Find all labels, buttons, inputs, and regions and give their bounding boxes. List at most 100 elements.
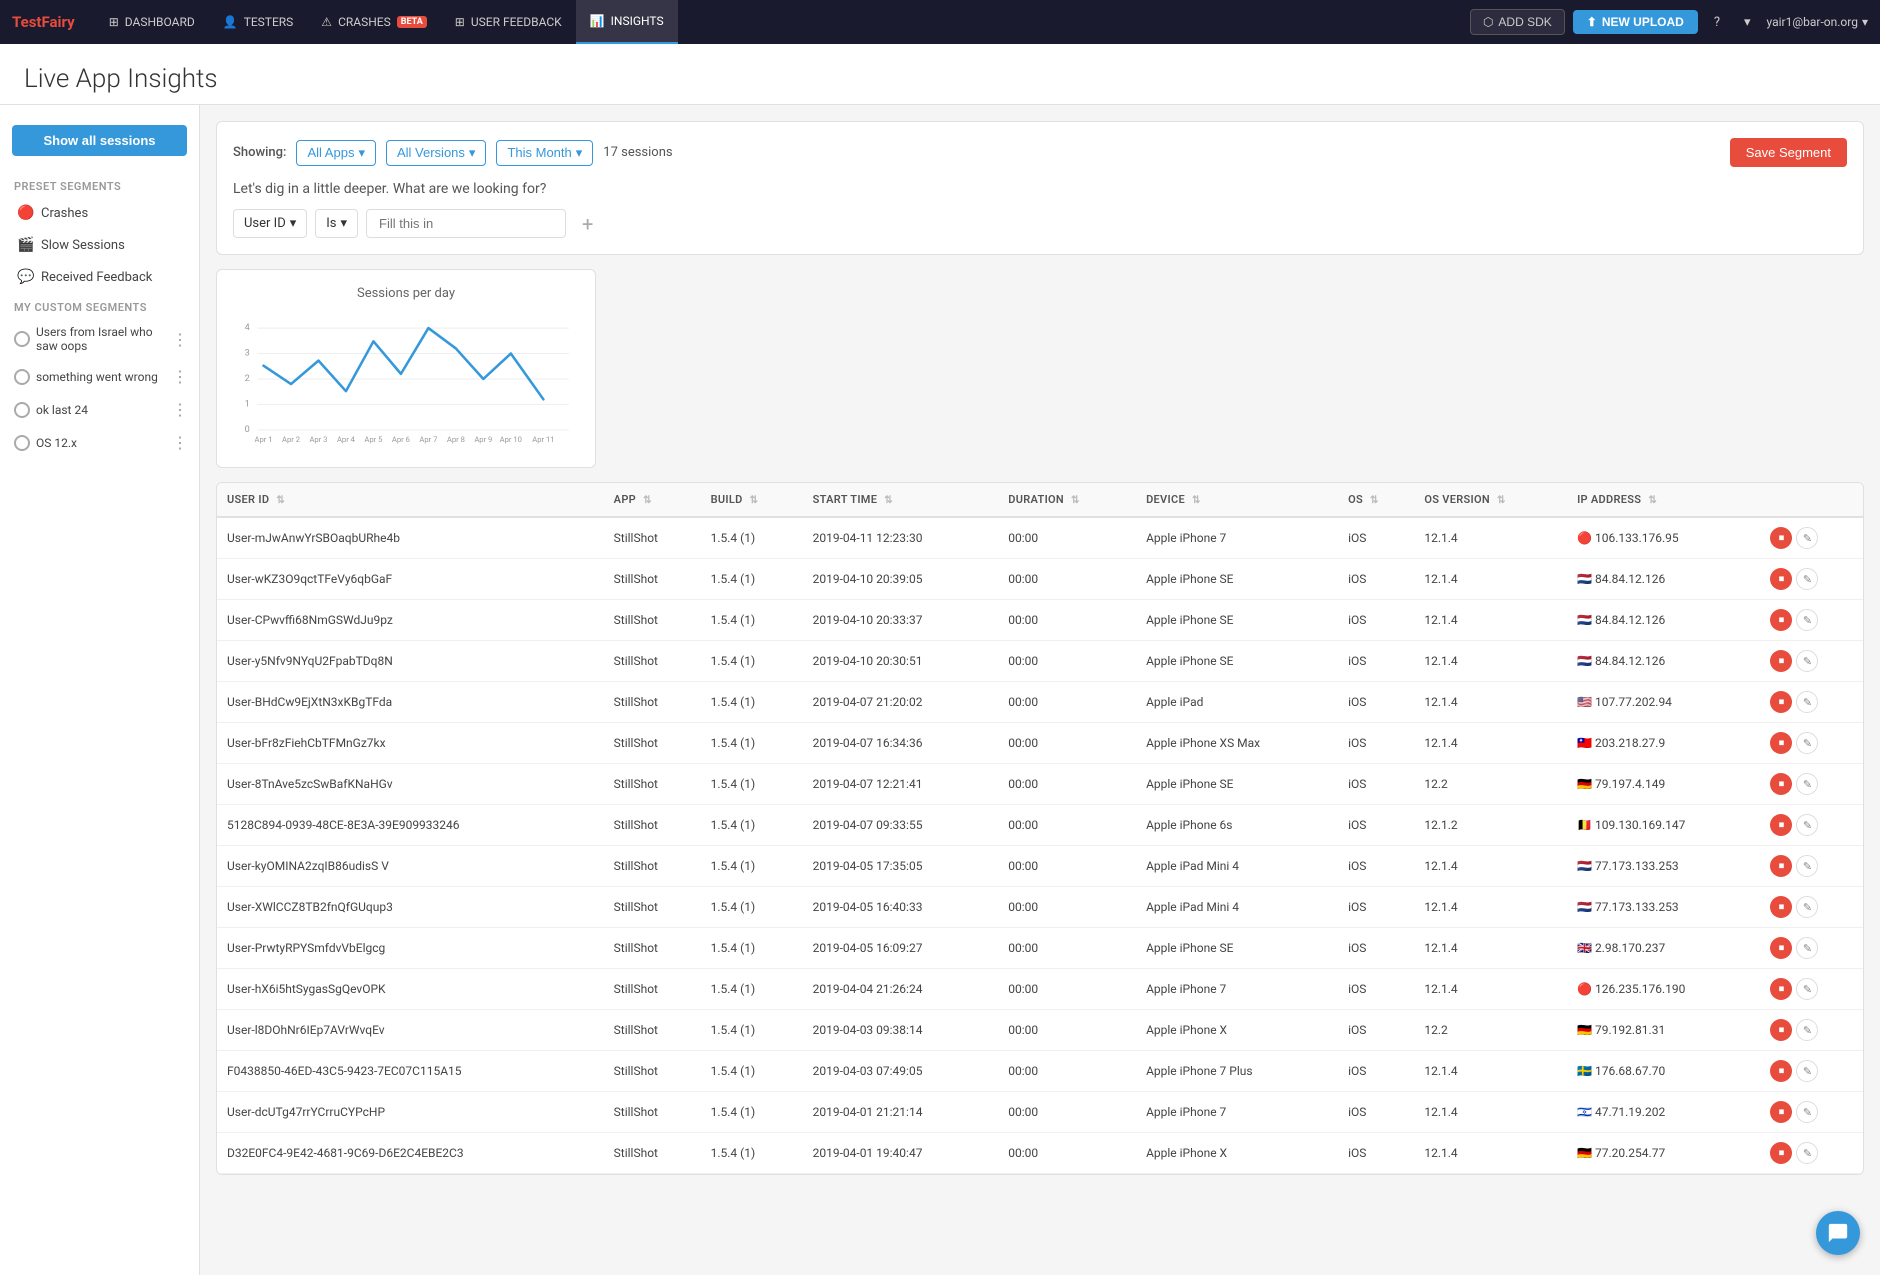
col-ip-address[interactable]: IP ADDRESS ⇅ (1567, 483, 1760, 517)
stop-session-button[interactable]: ⏹ (1770, 527, 1792, 549)
help-button[interactable]: ? (1706, 15, 1728, 30)
custom-segment-israel-oops[interactable]: Users from Israel who saw oops ⋮ (0, 318, 199, 360)
cell-row-actions: ⏹ ✎ (1760, 928, 1863, 969)
flag-icon: 🔴 (1577, 982, 1592, 996)
stop-session-button[interactable]: ⏹ (1770, 1142, 1792, 1164)
new-upload-button[interactable]: ⬆ NEW UPLOAD (1573, 10, 1698, 34)
cell-user-id[interactable]: User-l8DOhNr6IEp7AVrWvqEv (217, 1010, 604, 1051)
col-build[interactable]: BUILD ⇅ (701, 483, 803, 517)
nav-testers[interactable]: 👤 TESTERS (209, 0, 308, 44)
col-start-time[interactable]: START TIME ⇅ (803, 483, 999, 517)
cell-start-time: 2019-04-07 21:20:02 (803, 682, 999, 723)
edit-session-button[interactable]: ✎ (1796, 1060, 1818, 1082)
edit-session-button[interactable]: ✎ (1796, 896, 1818, 918)
custom-segment-something-wrong[interactable]: something went wrong ⋮ (0, 360, 199, 393)
edit-session-button[interactable]: ✎ (1796, 978, 1818, 1000)
svg-text:2: 2 (245, 374, 250, 384)
col-user-id[interactable]: USER ID ⇅ (217, 483, 604, 517)
edit-session-button[interactable]: ✎ (1796, 814, 1818, 836)
stop-session-button[interactable]: ⏹ (1770, 978, 1792, 1000)
cell-user-id[interactable]: User-PrwtyRPYSmfdvVbElgcg (217, 928, 604, 969)
user-id-filter[interactable]: User ID ▾ (233, 209, 307, 238)
chat-bubble-button[interactable] (1816, 1211, 1860, 1255)
stop-session-button[interactable]: ⏹ (1770, 1019, 1792, 1041)
cell-user-id[interactable]: User-CPwvffi68NmGSWdJu9pz (217, 600, 604, 641)
cell-duration: 00:00 (998, 682, 1136, 723)
edit-session-button[interactable]: ✎ (1796, 609, 1818, 631)
edit-session-button[interactable]: ✎ (1796, 937, 1818, 959)
stop-session-button[interactable]: ⏹ (1770, 691, 1792, 713)
stop-session-button[interactable]: ⏹ (1770, 814, 1792, 836)
cell-user-id[interactable]: D32E0FC4-9E42-4681-9C69-D6E2C4EBE2C3 (217, 1133, 604, 1174)
is-filter[interactable]: Is ▾ (315, 209, 358, 238)
app-filter-dropdown[interactable]: All Apps ▾ (296, 140, 376, 166)
custom-segment-os-12x[interactable]: OS 12.x ⋮ (0, 426, 199, 459)
col-os[interactable]: OS ⇅ (1338, 483, 1414, 517)
cell-user-id[interactable]: 5128C894-0939-48CE-8E3A-39E909933246 (217, 805, 604, 846)
stop-session-button[interactable]: ⏹ (1770, 568, 1792, 590)
cell-duration: 00:00 (998, 517, 1136, 559)
edit-session-button[interactable]: ✎ (1796, 1142, 1818, 1164)
stop-session-button[interactable]: ⏹ (1770, 1060, 1792, 1082)
col-duration[interactable]: DURATION ⇅ (998, 483, 1136, 517)
add-filter-icon[interactable]: + (582, 212, 593, 236)
help-chevron[interactable]: ▾ (1736, 15, 1759, 30)
nav-insights[interactable]: 📊 INSIGHTS (576, 0, 678, 44)
cell-user-id[interactable]: User-XWlCCZ8TB2fnQfGUqup3 (217, 887, 604, 928)
stop-session-button[interactable]: ⏹ (1770, 1101, 1792, 1123)
more-options-icon[interactable]: ⋮ (172, 330, 189, 349)
version-filter-dropdown[interactable]: All Versions ▾ (386, 140, 486, 166)
show-all-sessions-button[interactable]: Show all sessions (12, 125, 187, 156)
edit-session-button[interactable]: ✎ (1796, 527, 1818, 549)
cell-user-id[interactable]: User-dcUTg47rrYCrruCYPcHP (217, 1092, 604, 1133)
save-segment-button[interactable]: Save Segment (1730, 138, 1847, 167)
sidebar-item-crashes[interactable]: 🔴 Crashes (0, 197, 199, 229)
sidebar-item-slow-sessions[interactable]: 🎬 Slow Sessions (0, 229, 199, 261)
fill-this-in-input[interactable] (366, 209, 566, 238)
stop-session-button[interactable]: ⏹ (1770, 855, 1792, 877)
edit-session-button[interactable]: ✎ (1796, 855, 1818, 877)
stop-session-button[interactable]: ⏹ (1770, 773, 1792, 795)
user-menu[interactable]: yair1@bar-on.org ▾ (1767, 15, 1868, 29)
col-os-version[interactable]: OS VERSION ⇅ (1414, 483, 1567, 517)
cell-user-id[interactable]: User-kyOMINA2zqIB86udisS V (217, 846, 604, 887)
brand-logo[interactable]: TestFairy (12, 13, 75, 31)
cell-user-id[interactable]: F0438850-46ED-43C5-9423-7EC07C115A15 (217, 1051, 604, 1092)
stop-session-button[interactable]: ⏹ (1770, 937, 1792, 959)
custom-segment-ok-last-24[interactable]: ok last 24 ⋮ (0, 393, 199, 426)
cell-app: StillShot (604, 928, 701, 969)
cell-user-id[interactable]: User-y5Nfv9NYqU2FpabTDq8N (217, 641, 604, 682)
nav-user-feedback[interactable]: ⊞ USER FEEDBACK (441, 0, 576, 44)
edit-session-button[interactable]: ✎ (1796, 691, 1818, 713)
sidebar-item-received-feedback[interactable]: 💬 Received Feedback (0, 261, 199, 293)
cell-ip: 🔴 126.235.176.190 (1567, 969, 1760, 1010)
stop-session-button[interactable]: ⏹ (1770, 732, 1792, 754)
add-sdk-button[interactable]: ⬡ ADD SDK (1470, 9, 1565, 35)
edit-session-button[interactable]: ✎ (1796, 1019, 1818, 1041)
nav-crashes[interactable]: ⚠ CRASHES BETA (307, 0, 441, 44)
col-device[interactable]: DEVICE ⇅ (1136, 483, 1338, 517)
stop-session-button[interactable]: ⏹ (1770, 896, 1792, 918)
col-app[interactable]: APP ⇅ (604, 483, 701, 517)
edit-session-button[interactable]: ✎ (1796, 1101, 1818, 1123)
edit-session-button[interactable]: ✎ (1796, 773, 1818, 795)
edit-session-button[interactable]: ✎ (1796, 650, 1818, 672)
nav-dashboard[interactable]: ⊞ DASHBOARD (95, 0, 209, 44)
cell-user-id[interactable]: User-wKZ3O9qctTFeVy6qbGaF (217, 559, 604, 600)
stop-session-button[interactable]: ⏹ (1770, 650, 1792, 672)
time-filter-dropdown[interactable]: This Month ▾ (496, 140, 593, 166)
more-options-icon[interactable]: ⋮ (172, 367, 189, 386)
edit-session-button[interactable]: ✎ (1796, 568, 1818, 590)
cell-user-id[interactable]: User-bFr8zFiehCbTFMnGz7kx (217, 723, 604, 764)
table-header-row: USER ID ⇅ APP ⇅ BUILD ⇅ START TIME ⇅ DUR… (217, 483, 1863, 517)
stop-session-button[interactable]: ⏹ (1770, 609, 1792, 631)
edit-session-button[interactable]: ✎ (1796, 732, 1818, 754)
cell-user-id[interactable]: User-hX6i5htSygasSgQevOPK (217, 969, 604, 1010)
more-options-icon[interactable]: ⋮ (172, 433, 189, 452)
table-row: User-l8DOhNr6IEp7AVrWvqEv StillShot 1.5.… (217, 1010, 1863, 1051)
cell-user-id[interactable]: User-BHdCw9EjXtN3xKBgTFda (217, 682, 604, 723)
more-options-icon[interactable]: ⋮ (172, 400, 189, 419)
cell-user-id[interactable]: User-mJwAnwYrSBOaqbURhe4b (217, 517, 604, 559)
cell-user-id[interactable]: User-8TnAve5zcSwBafKNaHGv (217, 764, 604, 805)
sort-icon: ⇅ (884, 495, 893, 506)
